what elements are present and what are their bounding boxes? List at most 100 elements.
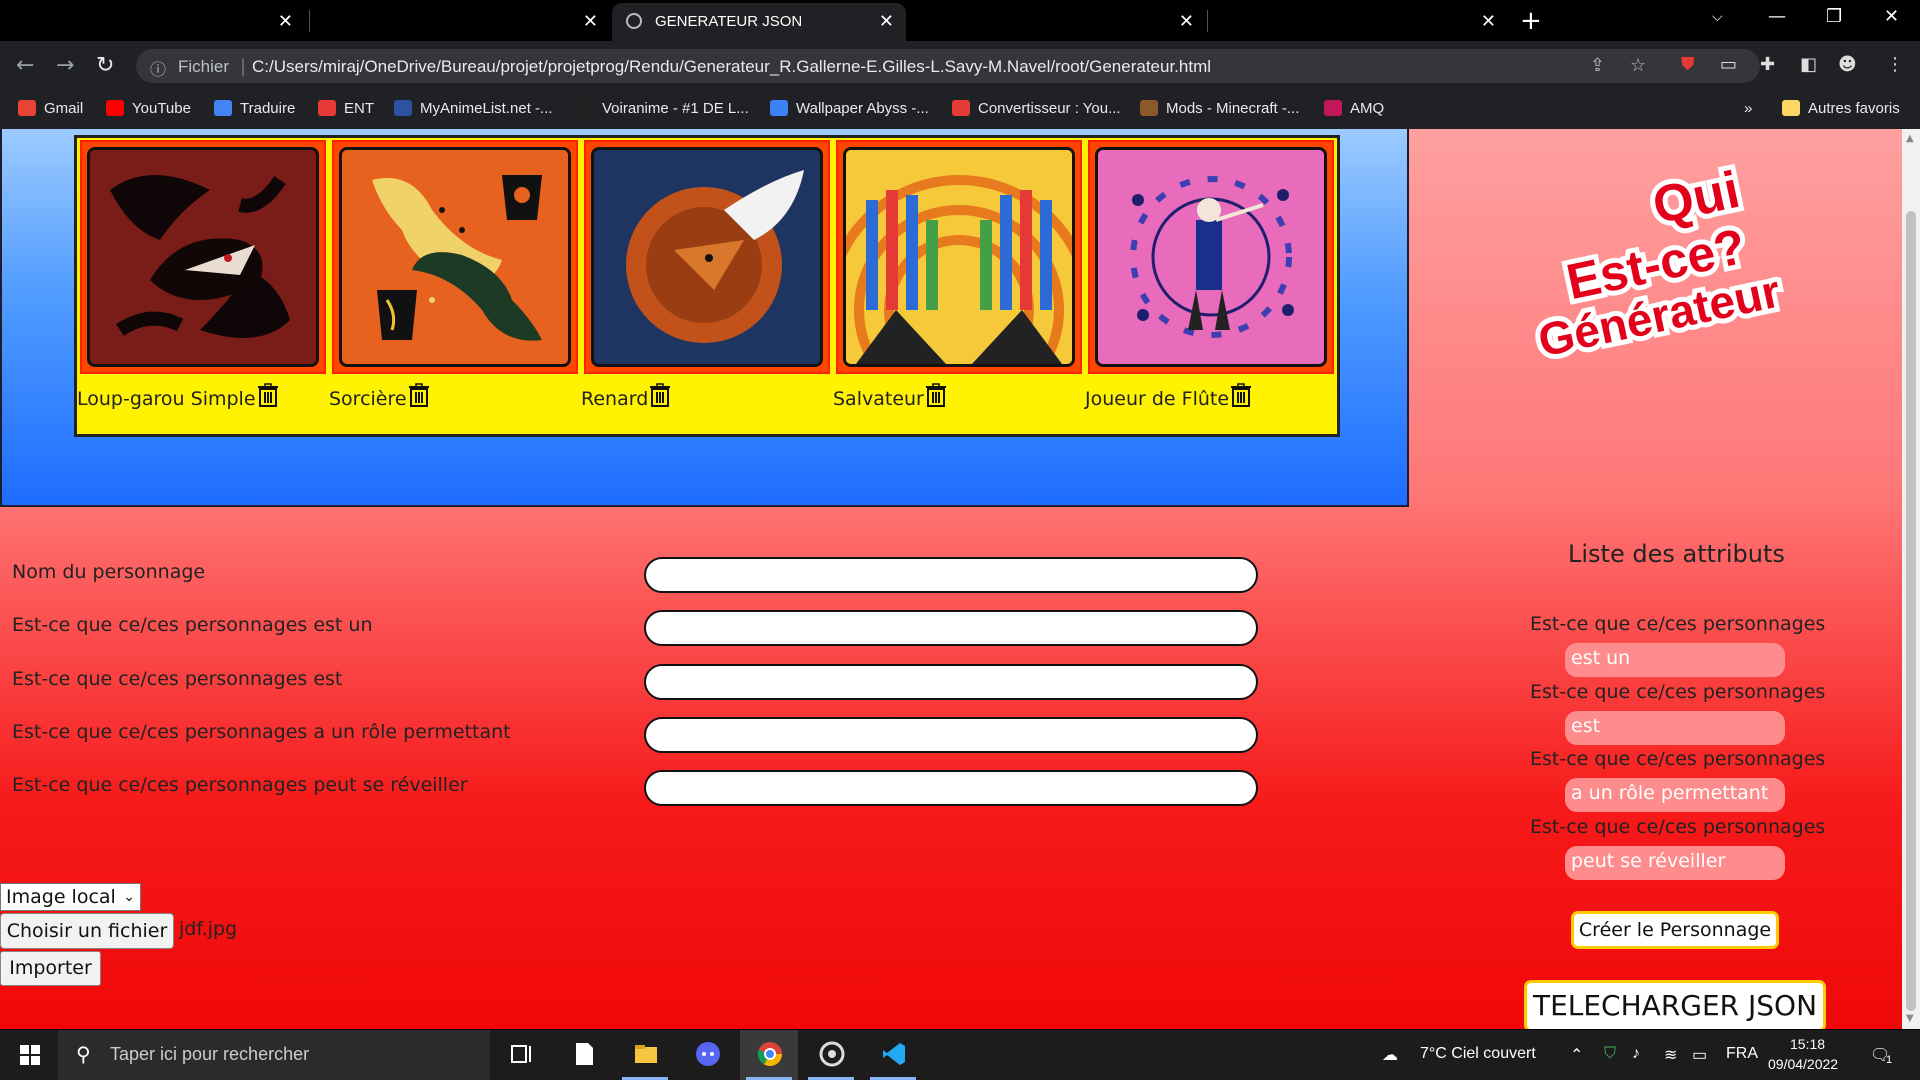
youtube-icon [106, 100, 124, 116]
close-tab-icon[interactable]: ✕ [1179, 11, 1194, 32]
info-icon[interactable]: ⓘ [150, 56, 166, 80]
character-card[interactable]: Renard [581, 138, 833, 438]
close-tab-icon[interactable]: ✕ [879, 11, 894, 32]
ublock-icon[interactable]: ⛊ [1681, 54, 1695, 75]
minimize-icon[interactable]: — [1768, 6, 1786, 27]
bookmark-amq[interactable]: AMQ [1324, 100, 1384, 117]
tray-chevron-icon[interactable]: ⌃ [1570, 1045, 1583, 1065]
puzzle-icon[interactable]: ✚ [1760, 54, 1775, 75]
wifi-icon[interactable]: ≋ [1664, 1045, 1677, 1065]
character-card[interactable]: Salvateur [833, 138, 1085, 438]
tab-search-chevron-icon[interactable]: ⌵ [1712, 9, 1723, 25]
bookmark-label: Traduire [240, 100, 296, 117]
bookmark-label: Wallpaper Abyss -... [796, 100, 929, 117]
trash-icon[interactable] [257, 383, 279, 412]
trash-icon[interactable] [649, 383, 671, 412]
bookmark-convertisseur[interactable]: Convertisseur : You... [952, 100, 1121, 117]
trash-icon[interactable] [925, 383, 947, 412]
discord-app[interactable] [678, 1030, 736, 1080]
bookmark-traduire[interactable]: Traduire [214, 100, 295, 117]
tab-1[interactable]: ✕ [0, 3, 305, 41]
bookmark-voiranime[interactable]: Voiranime - #1 DE L... [576, 100, 749, 117]
close-tab-icon[interactable]: ✕ [583, 11, 598, 32]
taskbar-search[interactable]: ⚲ Taper ici pour rechercher [58, 1030, 490, 1080]
bookmark-label: YouTube [132, 100, 191, 117]
clock-time[interactable]: 15:18 [1790, 1036, 1825, 1052]
tab-2[interactable]: ✕ [310, 3, 610, 41]
windows-start-icon[interactable] [20, 1045, 40, 1065]
character-card[interactable]: Joueur de Flûte [1085, 138, 1337, 438]
download-json-button[interactable]: TELECHARGER JSON [1524, 980, 1826, 1029]
import-button[interactable]: Importer [0, 951, 101, 986]
character-card[interactable]: Loup-garou Simple [77, 138, 329, 438]
tab-5[interactable]: ✕ [1208, 3, 1508, 41]
extension-icon[interactable]: ▭ [1720, 54, 1737, 75]
est-un-input[interactable] [644, 610, 1258, 646]
scroll-down-icon[interactable]: ▼ [1906, 1013, 1914, 1024]
restore-icon[interactable]: ❐ [1826, 6, 1842, 27]
bookmark-myanimelist[interactable]: MyAnimeList.net -... [394, 100, 553, 117]
profile-avatar[interactable]: ☻ [1838, 54, 1857, 75]
bookmark-mods-minecraft[interactable]: Mods - Minecraft -... [1140, 100, 1299, 117]
page-scrollbar[interactable]: ▲ ▼ [1902, 129, 1920, 1029]
reveil-input[interactable] [644, 770, 1258, 806]
close-tab-icon[interactable]: ✕ [278, 11, 293, 32]
media-app[interactable] [802, 1030, 860, 1080]
forward-icon[interactable]: → [56, 53, 74, 78]
weather-icon[interactable]: ☁ [1382, 1045, 1398, 1065]
close-window-icon[interactable]: ✕ [1884, 6, 1899, 27]
task-view-button[interactable] [492, 1030, 550, 1080]
qui-est-ce-logo: Qui Est-ce? Générateur [1515, 156, 1835, 372]
attribute-input[interactable]: a un rôle permettant [1565, 778, 1785, 812]
bookmark-label: Voiranime - #1 DE L... [602, 100, 749, 117]
bookmark-label: ENT [344, 100, 374, 117]
character-gallery: Loup-garou Simple Sorcière Renard Salvat… [0, 129, 1409, 507]
battery-icon[interactable]: ▭ [1692, 1045, 1707, 1065]
role-input[interactable] [644, 717, 1258, 753]
bookmark-wallpaper-abyss[interactable]: Wallpaper Abyss -... [770, 100, 929, 117]
est-input[interactable] [644, 664, 1258, 700]
attribute-input[interactable]: est [1565, 711, 1785, 745]
url-text[interactable]: C:/Users/miraj/OneDrive/Bureau/projet/pr… [252, 57, 1211, 77]
new-tab-icon[interactable]: + [1520, 6, 1542, 36]
bookmark-gmail[interactable]: Gmail [18, 100, 83, 117]
attribute-question: Est-ce que ce/ces personnages [1530, 681, 1826, 703]
trash-icon[interactable] [1230, 383, 1252, 412]
back-icon[interactable]: ← [16, 53, 34, 78]
tab-active[interactable]: GENERATEUR JSON ✕ [612, 3, 906, 41]
language-indicator[interactable]: FRA [1726, 1045, 1758, 1063]
reload-icon[interactable]: ↻ [96, 53, 114, 78]
image-source-select[interactable]: Image local ⌄ [0, 883, 141, 911]
bookmarks-overflow-icon[interactable]: » [1744, 100, 1752, 117]
weather-text[interactable]: 7°C Ciel couvert [1420, 1045, 1536, 1063]
bookmark-folder-other[interactable]: Autres favoris [1782, 100, 1900, 117]
scroll-up-icon[interactable]: ▲ [1906, 133, 1914, 144]
bookmarks-bar: Gmail YouTube Traduire ENT MyAnimeList.n… [0, 91, 1920, 129]
file-explorer-app[interactable] [616, 1030, 674, 1080]
attribute-input[interactable]: est un [1565, 643, 1785, 677]
tab-4[interactable]: ✕ [906, 3, 1206, 41]
attribute-input[interactable]: peut se réveiller [1565, 846, 1785, 880]
security-icon[interactable]: ⛉ [1604, 1045, 1616, 1063]
chrome-app[interactable] [740, 1030, 798, 1080]
vscode-app[interactable] [864, 1030, 922, 1080]
bookmark-label: MyAnimeList.net -... [420, 100, 553, 117]
omnibox[interactable]: ⓘ Fichier | C:/Users/miraj/OneDrive/Bure… [136, 49, 1760, 83]
share-icon[interactable]: ⇪ [1590, 55, 1605, 76]
trash-icon[interactable] [408, 383, 430, 412]
scrollbar-thumb[interactable] [1906, 211, 1916, 1011]
create-character-button[interactable]: Créer le Personnage [1571, 911, 1779, 949]
clock-date[interactable]: 09/04/2022 [1768, 1056, 1838, 1072]
character-card[interactable]: Sorcière [329, 138, 581, 438]
close-tab-icon[interactable]: ✕ [1481, 11, 1496, 32]
volume-icon[interactable]: ♪ [1632, 1045, 1640, 1063]
notepad-app[interactable] [554, 1030, 612, 1080]
menu-kebab-icon[interactable]: ⋮ [1886, 54, 1904, 75]
tab-title: GENERATEUR JSON [655, 13, 803, 30]
name-input[interactable] [644, 557, 1258, 593]
choose-file-button[interactable]: Choisir un fichier [0, 913, 174, 949]
bookmark-star-icon[interactable]: ☆ [1630, 55, 1646, 76]
bookmark-youtube[interactable]: YouTube [106, 100, 191, 117]
side-panel-icon[interactable]: ◧ [1800, 54, 1817, 75]
bookmark-ent[interactable]: ENT [318, 100, 374, 117]
